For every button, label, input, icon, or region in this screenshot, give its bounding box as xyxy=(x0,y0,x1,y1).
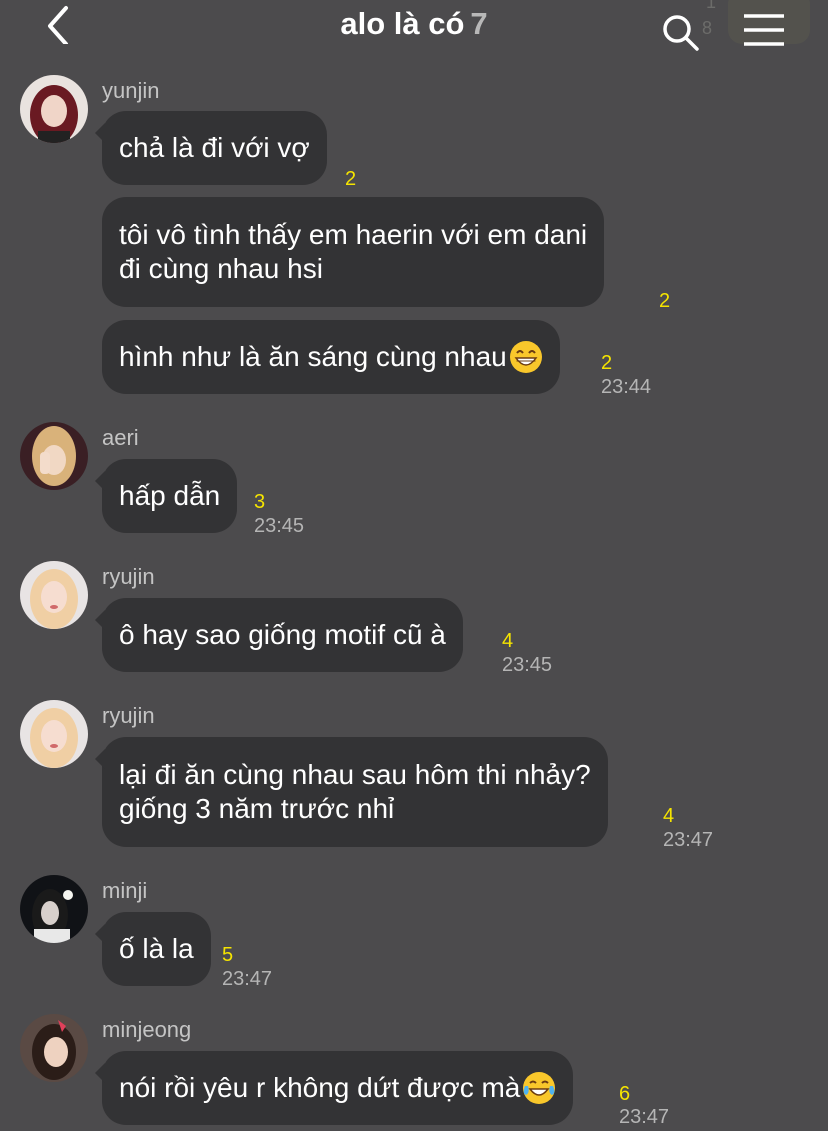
sender-name: minjeong xyxy=(102,1017,192,1042)
avatar-yunjin[interactable] xyxy=(20,75,88,143)
read-count: 2 xyxy=(601,352,613,374)
message-bubble[interactable]: tôi vô tình thấy em haerin với em dani đ… xyxy=(102,197,605,307)
message-bubble[interactable]: ô hay sao giống motif cũ à xyxy=(95,598,463,672)
hamburger-menu-icon xyxy=(744,14,784,46)
read-count: 3 xyxy=(254,491,266,513)
avatar-ryujin[interactable] xyxy=(20,561,88,629)
timestamp: 23:47 xyxy=(222,968,273,990)
timestamp: 23:47 xyxy=(663,829,714,851)
timestamp: 23:45 xyxy=(254,515,305,537)
message-bubble[interactable]: hấp dẫn xyxy=(94,459,238,533)
grinning-face-emoji-icon xyxy=(509,340,543,374)
read-count: 6 xyxy=(619,1083,631,1105)
search-icon xyxy=(663,15,699,51)
tears-of-joy-emoji-icon xyxy=(522,1071,556,1105)
avatar-minji[interactable] xyxy=(20,875,88,943)
message-text: hấp dẫn xyxy=(119,480,221,511)
message-bubble[interactable]: hình như là ăn sáng cùng nhau xyxy=(102,320,560,394)
message-text-line: lại đi ăn cùng nhau sau hôm thi nhảy? xyxy=(119,759,591,790)
read-count: 2 xyxy=(659,290,671,312)
message-text: ô hay sao giống motif cũ à xyxy=(119,619,446,650)
avatar-minjeong[interactable] xyxy=(20,1014,88,1082)
avatar-ryujin[interactable] xyxy=(20,700,88,768)
read-count: 4 xyxy=(502,630,514,652)
search-button[interactable] xyxy=(660,12,700,52)
sender-name: yunjin xyxy=(102,78,160,103)
message-text: ố là la xyxy=(119,933,194,964)
message-bubble[interactable]: chả là đi với vợ xyxy=(95,111,327,185)
read-count: 2 xyxy=(345,168,357,190)
group-name: alo là có xyxy=(340,6,465,41)
message-text-line: tôi vô tình thấy em haerin với em dani xyxy=(119,219,588,250)
timestamp: 23:45 xyxy=(502,654,553,676)
sender-name: aeri xyxy=(102,425,139,450)
sender-name: ryujin xyxy=(102,703,155,728)
timestamp: 23:44 xyxy=(601,376,652,398)
read-count: 4 xyxy=(663,805,675,827)
timestamp: 23:47 xyxy=(619,1106,670,1128)
ghost-number: 8 xyxy=(702,18,713,38)
message-bubble[interactable]: ố là la xyxy=(95,912,211,986)
message-text: hình như là ăn sáng cùng nhau xyxy=(119,341,507,372)
read-count: 5 xyxy=(222,944,234,966)
menu-button[interactable] xyxy=(744,12,784,48)
sender-name: minji xyxy=(102,878,148,903)
message-bubble[interactable]: lại đi ăn cùng nhau sau hôm thi nhảy? gi… xyxy=(95,737,608,847)
message-text: nói rồi yêu r không dứt được mà xyxy=(119,1072,521,1103)
sender-name: ryujin xyxy=(102,564,155,589)
ghost-number: 1 xyxy=(706,0,717,12)
message-text-line: giống 3 năm trước nhỉ xyxy=(119,793,395,824)
message-text-line: đi cùng nhau hsi xyxy=(119,253,323,284)
message-bubble[interactable]: nói rồi yêu r không dứt được mà xyxy=(94,1051,574,1125)
avatar-aeri[interactable] xyxy=(20,422,88,490)
chat-header: alo là có 7 1 8 xyxy=(0,0,828,56)
message-text: chả là đi với vợ xyxy=(119,132,310,163)
member-count: 7 xyxy=(470,6,488,41)
